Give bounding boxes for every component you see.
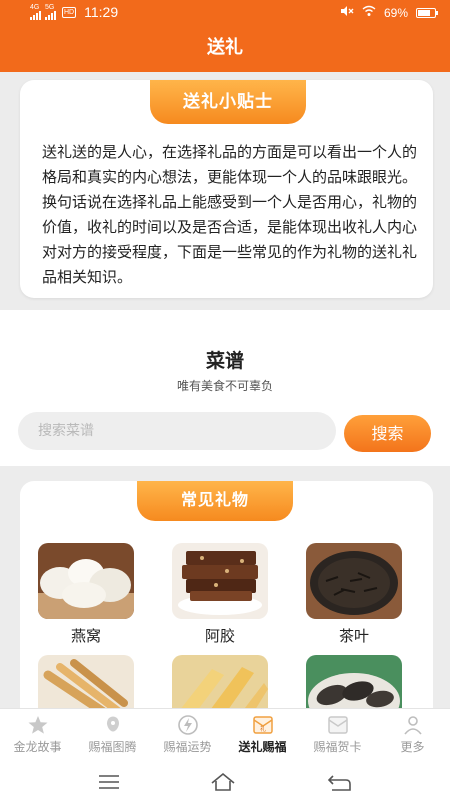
gifts-section: 常见礼物 燕窝 阿胶 茶叶	[0, 466, 450, 708]
gift-item-ginseng[interactable]	[38, 655, 134, 708]
nav-label: 赐福图腾	[88, 740, 137, 754]
nav-label: 送礼赐福	[238, 740, 287, 754]
network-label-2: 5G	[45, 4, 55, 11]
recipe-subtitle: 唯有美食不可辜负	[176, 379, 273, 393]
gift-item-ejiao[interactable]: 阿胶	[172, 543, 268, 646]
back-icon[interactable]	[324, 770, 354, 794]
menu-icon[interactable]	[94, 770, 124, 794]
star-icon	[28, 716, 47, 734]
sea-cucumber-image	[306, 655, 402, 708]
signal-4g: 4G	[30, 4, 41, 20]
svg-text:礼: 礼	[259, 725, 265, 733]
fish-maw-image	[172, 655, 268, 708]
gifts-banner: 常见礼物	[137, 481, 293, 521]
nav-label: 赐福贺卡	[313, 740, 362, 754]
signal-bars-icon	[45, 11, 56, 20]
hd-badge: HD	[62, 6, 77, 18]
gift-item-fish-maw[interactable]	[172, 655, 268, 708]
gift-item-tea[interactable]: 茶叶	[306, 543, 402, 646]
nav-item-gift[interactable]: 礼 送礼赐福	[225, 709, 300, 764]
recipe-title: 菜谱	[205, 350, 244, 372]
person-icon	[403, 716, 422, 735]
nav-item-totem[interactable]: 赐福图腾	[75, 709, 150, 764]
nav-label: 赐福运势	[163, 740, 212, 754]
totem-icon	[106, 716, 119, 732]
nav-item-story[interactable]: 金龙故事	[0, 709, 75, 764]
status-left: 4G 5G HD 11:29	[30, 4, 118, 20]
gift-name: 阿胶	[204, 627, 235, 645]
status-right: 69%	[340, 5, 438, 20]
gift-name: 茶叶	[338, 627, 369, 645]
battery-percent: 69%	[383, 5, 408, 20]
battery-icon	[416, 7, 438, 18]
search-button[interactable]: 搜索	[344, 415, 431, 452]
gift-envelope-icon: 礼	[252, 716, 273, 734]
system-nav-bar	[0, 764, 450, 800]
gift-name: 燕窝	[70, 627, 101, 645]
tips-card: 送礼小贴士 送礼送的是人心，在选择礼品的方面是可以看出一个人的格局和真实的内心想…	[20, 80, 433, 298]
wifi-icon	[362, 5, 376, 20]
page-title: 送礼	[0, 28, 450, 72]
status-time: 11:29	[84, 4, 119, 20]
network-label-1: 4G	[30, 4, 40, 11]
card-envelope-icon	[327, 716, 348, 734]
gift-item-birds-nest[interactable]: 燕窝	[38, 543, 134, 646]
bottom-nav: 金龙故事 赐福图腾 赐福运势 礼 送礼赐福 赐福贺卡 更多	[0, 708, 450, 764]
gift-item-sea-cucumber[interactable]	[306, 655, 402, 708]
nav-label: 更多	[400, 740, 425, 754]
nav-item-card[interactable]: 赐福贺卡	[300, 709, 375, 764]
signal-5g: 5G	[45, 4, 56, 20]
ginseng-image	[38, 655, 134, 708]
tips-text: 送礼送的是人心，在选择礼品的方面是可以看出一个人的格局和真实的内心想法，更能体现…	[42, 143, 418, 286]
ejiao-image	[172, 543, 268, 619]
birds-nest-image	[38, 543, 134, 619]
nav-item-fortune[interactable]: 赐福运势	[150, 709, 225, 764]
status-bar: 4G 5G HD 11:29 69%	[0, 0, 450, 28]
tips-section: 送礼小贴士 送礼送的是人心，在选择礼品的方面是可以看出一个人的格局和真实的内心想…	[0, 72, 450, 310]
tips-banner: 送礼小贴士	[150, 80, 306, 124]
nav-label: 金龙故事	[13, 740, 62, 754]
gifts-card: 常见礼物 燕窝 阿胶 茶叶	[20, 481, 433, 708]
home-icon[interactable]	[208, 770, 238, 794]
tea-leaves-image	[306, 543, 402, 619]
lightning-icon	[177, 715, 198, 735]
mute-icon	[340, 5, 354, 20]
signal-bars-icon	[30, 11, 41, 20]
nav-item-more[interactable]: 更多	[375, 709, 450, 764]
search-input[interactable]	[18, 412, 336, 450]
